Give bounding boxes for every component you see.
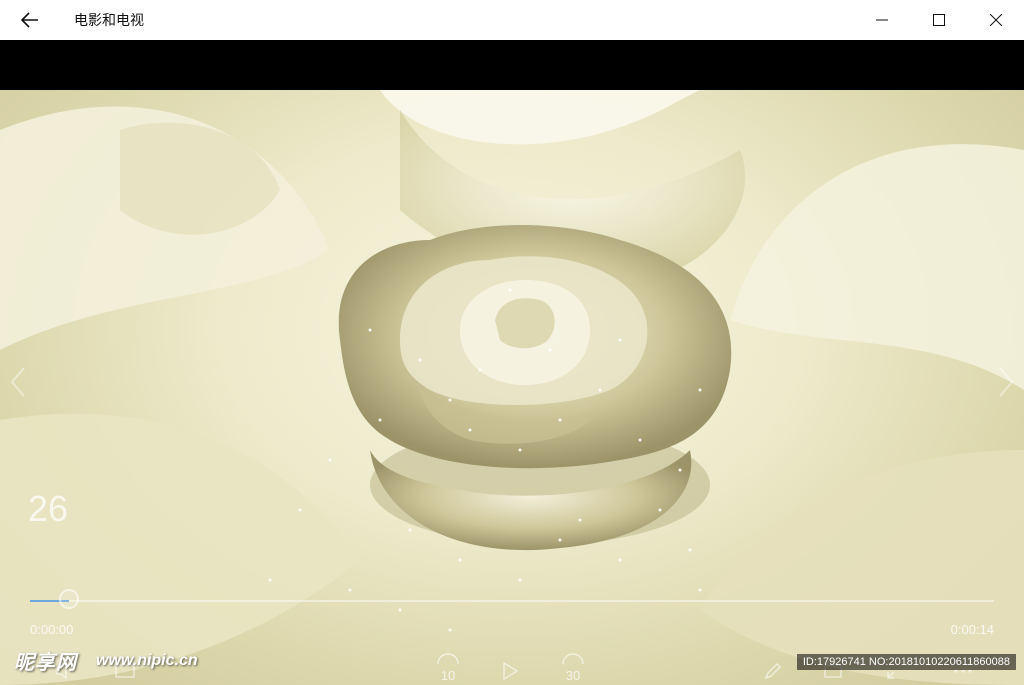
window-controls: [853, 0, 1024, 40]
app-title: 电影和电视: [74, 12, 144, 28]
next-button[interactable]: [994, 362, 1018, 402]
watermark-logo: 昵享网: [14, 652, 77, 674]
edit-button[interactable]: [758, 656, 788, 685]
time-total: 0:00:14: [950, 622, 994, 637]
back-button[interactable]: [0, 0, 60, 40]
progress-bar[interactable]: [30, 589, 994, 609]
progress-thumb[interactable]: [58, 589, 79, 609]
close-button[interactable]: [967, 0, 1024, 40]
play-button[interactable]: [495, 656, 525, 685]
pencil-icon: [764, 662, 781, 679]
rose-video-image: [0, 90, 1024, 685]
movies-tv-window: 电影和电视 26 0:00:00 0:00:14 10 30 昵享网 www.n…: [0, 0, 1024, 685]
skip-back-label: 10: [440, 668, 456, 683]
skip-forward-icon: [562, 653, 584, 665]
skip-back-button[interactable]: 10: [430, 653, 466, 685]
watermark-id: ID:17926741 NO:20181010220611860088: [796, 654, 1016, 670]
close-icon: [989, 14, 1002, 26]
title-bar: 电影和电视: [0, 0, 1024, 40]
minimize-icon: [875, 19, 888, 21]
skip-back-icon: [437, 653, 459, 665]
skip-forward-label: 30: [565, 668, 581, 683]
back-arrow-icon: [21, 12, 38, 28]
chapter-number: 26: [28, 488, 69, 529]
skip-forward-button[interactable]: 30: [555, 653, 591, 685]
chevron-right-icon: [999, 367, 1014, 397]
chevron-left-icon: [10, 367, 25, 397]
video-frame[interactable]: 26 0:00:00 0:00:14 10 30 昵享网 www.nipic.c…: [0, 90, 1024, 685]
play-icon: [503, 661, 518, 680]
video-area[interactable]: 26 0:00:00 0:00:14 10 30 昵享网 www.nipic.c…: [0, 40, 1024, 685]
minimize-button[interactable]: [853, 0, 910, 40]
time-current: 0:00:00: [30, 622, 74, 637]
previous-button[interactable]: [6, 362, 30, 402]
watermark-url: www.nipic.cn: [96, 652, 198, 669]
maximize-button[interactable]: [910, 0, 967, 40]
maximize-icon: [932, 14, 945, 26]
